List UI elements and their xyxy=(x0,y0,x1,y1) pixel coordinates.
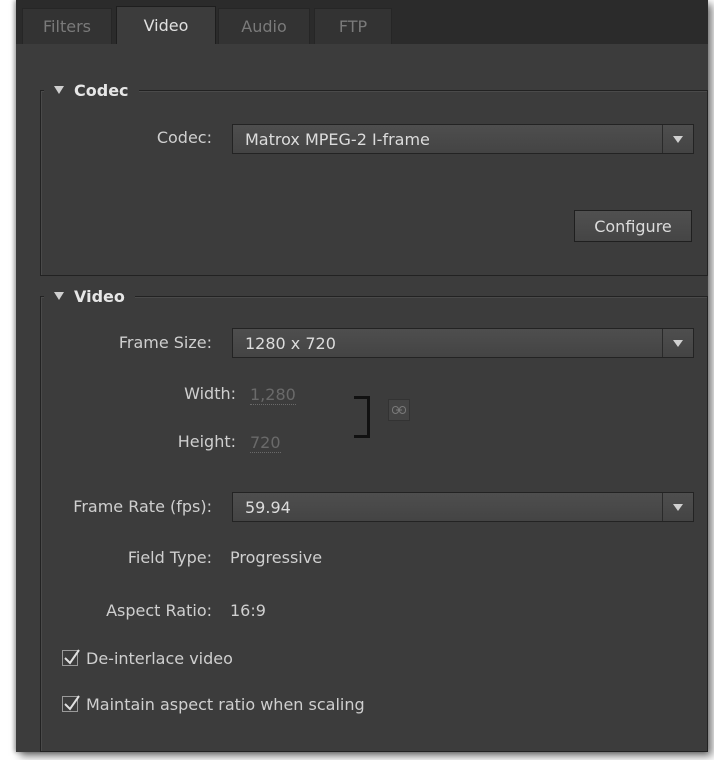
constrain-proportions-toggle[interactable] xyxy=(388,399,410,421)
frame-rate-select[interactable]: 59.94 xyxy=(232,492,694,522)
width-label: Width: xyxy=(184,384,236,403)
frame-rate-label: Frame Rate (fps): xyxy=(73,497,212,516)
codec-section-title: Codec xyxy=(74,80,129,100)
deinterlace-label[interactable]: De-interlace video xyxy=(86,649,233,668)
height-label: Height: xyxy=(177,432,236,451)
codec-select[interactable]: Matrox MPEG-2 I-frame xyxy=(232,124,694,154)
export-settings-panel: Filters Video Audio FTP Codec Codec: Mat… xyxy=(16,0,708,752)
link-icon xyxy=(392,406,406,414)
video-group xyxy=(40,296,708,752)
width-field[interactable]: 1,280 xyxy=(250,386,296,405)
configure-button[interactable]: Configure xyxy=(574,210,692,242)
tab-video[interactable]: Video xyxy=(116,6,216,44)
aspect-ratio-value: 16:9 xyxy=(230,601,266,620)
tab-ftp[interactable]: FTP xyxy=(314,8,392,44)
codec-section-header[interactable]: Codec xyxy=(44,78,139,102)
tab-bar: Filters Video Audio FTP xyxy=(16,0,708,44)
codec-select-value: Matrox MPEG-2 I-frame xyxy=(245,129,430,149)
checkmark-icon xyxy=(64,649,80,665)
maintain-aspect-checkbox[interactable] xyxy=(62,695,80,712)
frame-size-dropdown-button[interactable] xyxy=(662,329,693,357)
triangle-down-icon xyxy=(54,86,64,94)
video-section-title: Video xyxy=(74,286,125,306)
codec-label: Codec: xyxy=(156,128,212,147)
tab-audio[interactable]: Audio xyxy=(218,8,310,44)
chevron-down-icon xyxy=(673,339,683,347)
chevron-down-icon xyxy=(673,503,683,511)
frame-size-select[interactable]: 1280 x 720 xyxy=(232,328,694,358)
chevron-down-icon xyxy=(673,135,683,143)
constrain-bracket xyxy=(354,396,370,438)
frame-rate-select-value: 59.94 xyxy=(245,497,291,517)
maintain-aspect-label[interactable]: Maintain aspect ratio when scaling xyxy=(86,695,365,714)
video-section-header[interactable]: Video xyxy=(44,284,135,308)
triangle-down-icon xyxy=(54,292,64,300)
frame-size-select-value: 1280 x 720 xyxy=(245,333,336,353)
codec-group xyxy=(40,90,708,276)
aspect-ratio-label: Aspect Ratio: xyxy=(106,601,212,620)
field-type-value: Progressive xyxy=(230,548,323,567)
checkmark-icon xyxy=(64,695,80,711)
field-type-label: Field Type: xyxy=(127,548,212,567)
frame-size-label: Frame Size: xyxy=(118,333,212,352)
height-field[interactable]: 720 xyxy=(250,434,281,453)
deinterlace-checkbox[interactable] xyxy=(62,649,80,666)
frame-rate-dropdown-button[interactable] xyxy=(662,493,693,521)
tab-filters[interactable]: Filters xyxy=(22,8,112,44)
codec-dropdown-button[interactable] xyxy=(662,125,693,153)
